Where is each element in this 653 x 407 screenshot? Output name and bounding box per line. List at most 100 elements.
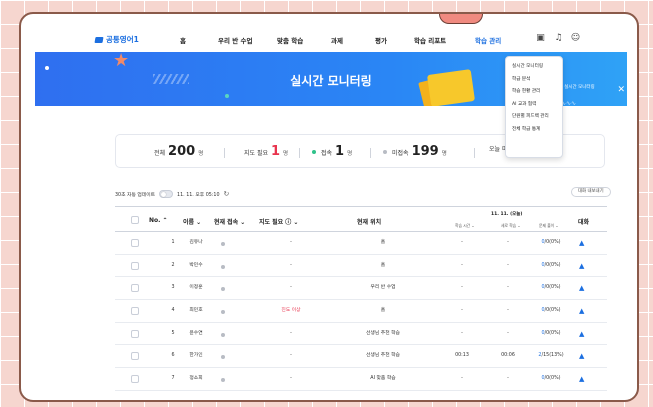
row-checkbox[interactable] bbox=[131, 329, 139, 338]
student-name: 조민아 bbox=[183, 391, 209, 396]
student-table: 1 김유나 - 홈 - - 0/0(0%) ▲ 2 박민수 - 홈 - - 0/0(0%) ▲ 3 이정훈 - 우리 … bbox=[115, 232, 607, 396]
auto-refresh-toggle[interactable] bbox=[159, 190, 174, 198]
wave-decoration: ∿∿∿ bbox=[561, 100, 577, 106]
chat-icon[interactable]: ▲ bbox=[579, 255, 584, 278]
menu-item-class-analysis[interactable]: 학급 분석 bbox=[506, 74, 562, 87]
current-location: AI 맞춤 학습 bbox=[370, 376, 396, 382]
table-row[interactable]: 3 이정훈 - 우리 반 수업 - - 0/0(0%) ▲ bbox=[115, 277, 607, 301]
chat-icon[interactable]: ▲ bbox=[579, 391, 584, 396]
study-time: - bbox=[461, 262, 463, 268]
nav-item-report[interactable]: 학습 리포트 bbox=[414, 35, 446, 45]
guide-needed: - bbox=[290, 240, 292, 245]
learning-management-dropdown: 실시간 모니터링 학급 분석 학습 현황 관리 AI 교과 협력 단원별 피드백… bbox=[505, 56, 563, 158]
study-time: - bbox=[461, 308, 463, 314]
export-chat-button[interactable]: 대화 내보내기 bbox=[571, 187, 611, 197]
col-guide[interactable]: 지도 필요 ⓘ ⌄ bbox=[259, 217, 298, 226]
logo[interactable]: 공통영어1 bbox=[94, 34, 139, 45]
stat-offline-value: 199 bbox=[411, 144, 439, 159]
row-number: 4 bbox=[171, 308, 175, 314]
study-time: - bbox=[461, 376, 463, 382]
divider bbox=[474, 148, 475, 158]
current-location: 홈 bbox=[380, 240, 386, 245]
breadcrumb[interactable]: › 실시간 모니터링 bbox=[561, 84, 595, 90]
table-row[interactable]: 8 조민아 - 홈 - - 0/0(0%) ▲ bbox=[115, 391, 607, 396]
nav-item-class[interactable]: 우리 반 수업 bbox=[218, 35, 252, 45]
col-study-time[interactable]: 학습 시간 ⌄ bbox=[455, 223, 475, 229]
guide-needed: 진도 이상 bbox=[281, 308, 301, 314]
menu-item-learning-status[interactable]: 학습 현황 관리 bbox=[506, 86, 562, 99]
row-number: 1 bbox=[171, 240, 175, 245]
row-checkbox[interactable] bbox=[131, 352, 139, 361]
col-correct-rate[interactable]: 세로 학습 ⌄ bbox=[501, 223, 521, 229]
row-number: 5 bbox=[171, 330, 175, 336]
chat-icon[interactable]: ▲ bbox=[579, 300, 584, 323]
row-checkbox[interactable] bbox=[131, 284, 139, 293]
chat-icon[interactable]: ▲ bbox=[579, 345, 584, 368]
study-time: - bbox=[461, 285, 463, 291]
current-location: 홈 bbox=[380, 308, 386, 314]
nav-item-home[interactable]: 홈 bbox=[180, 35, 186, 45]
tablet-top-decoration bbox=[439, 14, 483, 24]
correct-rate: - bbox=[507, 262, 509, 268]
table-row[interactable]: 5 윤수연 - 선생님 추천 학습 - - 0/0(0%) ▲ bbox=[115, 323, 607, 346]
study-time: 00:13 bbox=[455, 353, 469, 359]
current-location: 홈 bbox=[380, 262, 386, 268]
chat-icon[interactable]: ▲ bbox=[579, 232, 584, 255]
col-name[interactable]: 이름 ⌄ bbox=[183, 217, 201, 226]
table-row[interactable]: 7 정소희 - AI 맞춤 학습 - - 0/0(0%) ▲ bbox=[115, 368, 607, 391]
menu-item-class-statistics[interactable]: 전체 학급 통계 bbox=[506, 124, 562, 137]
dot-decoration bbox=[45, 66, 49, 70]
clipboard-icon[interactable]: ▣ bbox=[535, 33, 546, 44]
student-name: 최민호 bbox=[189, 308, 203, 314]
top-nav: 공통영어1 홈 우리 반 수업 맞춤 학습 과제 평가 학습 리포트 학습 관리… bbox=[35, 28, 627, 52]
guide-needed: - bbox=[290, 353, 292, 359]
refresh-timestamp: 11. 11. 오후 05:10 bbox=[177, 192, 220, 198]
table-row[interactable]: 1 김유나 - 홈 - - 0/0(0%) ▲ bbox=[115, 232, 607, 255]
student-name: 이정훈 bbox=[189, 285, 203, 291]
online-dot-icon bbox=[312, 150, 316, 154]
nav-item-assessment[interactable]: 평가 bbox=[375, 35, 387, 45]
chat-icon[interactable]: ▲ bbox=[579, 323, 584, 346]
chat-icon[interactable]: ▲ bbox=[579, 368, 584, 391]
row-checkbox[interactable] bbox=[131, 307, 139, 316]
row-checkbox[interactable] bbox=[131, 375, 139, 384]
table-row[interactable]: 6 한가인 - 선생님 추천 학습 00:13 00:06 2/15(13%) ▲ bbox=[115, 345, 607, 369]
select-all-checkbox[interactable] bbox=[131, 216, 139, 224]
col-location: 현재 위치 bbox=[357, 219, 382, 226]
current-location: 우리 반 수업 bbox=[370, 285, 396, 291]
menu-item-realtime-monitoring[interactable]: 실시간 모니터링 bbox=[506, 61, 562, 74]
table-row[interactable]: 4 최민호 진도 이상 홈 - - 0/0(0%) ▲ bbox=[115, 300, 607, 323]
menu-item-ai-cooperation[interactable]: AI 교과 협력 bbox=[506, 99, 562, 112]
auto-refresh-label: 30초 자동 업데이트 bbox=[115, 192, 156, 198]
row-number: 3 bbox=[171, 285, 175, 291]
chat-icon[interactable]: ▲ bbox=[579, 277, 584, 300]
profile-icon[interactable]: ☺ bbox=[570, 33, 581, 44]
nav-item-learning-management[interactable]: 학습 관리 bbox=[475, 35, 501, 45]
auto-refresh-row: 30초 자동 업데이트 11. 11. 오후 05:10 ↻ bbox=[115, 190, 229, 198]
row-checkbox[interactable] bbox=[131, 239, 139, 247]
connection-status-dot bbox=[221, 264, 225, 269]
row-number: 7 bbox=[171, 376, 175, 382]
app-screen: 공통영어1 홈 우리 반 수업 맞춤 학습 과제 평가 학습 리포트 학습 관리… bbox=[35, 28, 627, 396]
nav-item-custom-learning[interactable]: 맞춤 학습 bbox=[277, 35, 303, 45]
col-problems[interactable]: 문제 풀이 ⌄ bbox=[539, 223, 559, 229]
row-number: 6 bbox=[171, 353, 175, 359]
problems-solved-total: /0(0%) bbox=[544, 240, 561, 245]
stat-offline-label: 미접속 bbox=[392, 150, 409, 157]
col-no[interactable]: No. ⌃ bbox=[149, 217, 168, 224]
row-checkbox[interactable] bbox=[131, 261, 139, 270]
problems-solved: 0/0(0%) bbox=[533, 368, 569, 391]
menu-item-unit-feedback[interactable]: 단원별 피드백 관리 bbox=[506, 111, 562, 124]
divider bbox=[224, 148, 225, 158]
study-time: - bbox=[461, 240, 463, 245]
close-icon[interactable]: ✕ bbox=[617, 85, 625, 95]
nav-item-assignments[interactable]: 과제 bbox=[331, 35, 343, 45]
study-time: - bbox=[461, 330, 463, 336]
refresh-icon[interactable]: ↻ bbox=[224, 190, 230, 198]
dot-decoration bbox=[225, 94, 229, 98]
bell-icon[interactable]: ♫ bbox=[553, 33, 564, 44]
correct-rate: - bbox=[507, 285, 509, 291]
col-status[interactable]: 현재 접속 ⌄ bbox=[214, 217, 245, 226]
student-name: 박민수 bbox=[189, 262, 203, 268]
table-row[interactable]: 2 박민수 - 홈 - - 0/0(0%) ▲ bbox=[115, 255, 607, 278]
